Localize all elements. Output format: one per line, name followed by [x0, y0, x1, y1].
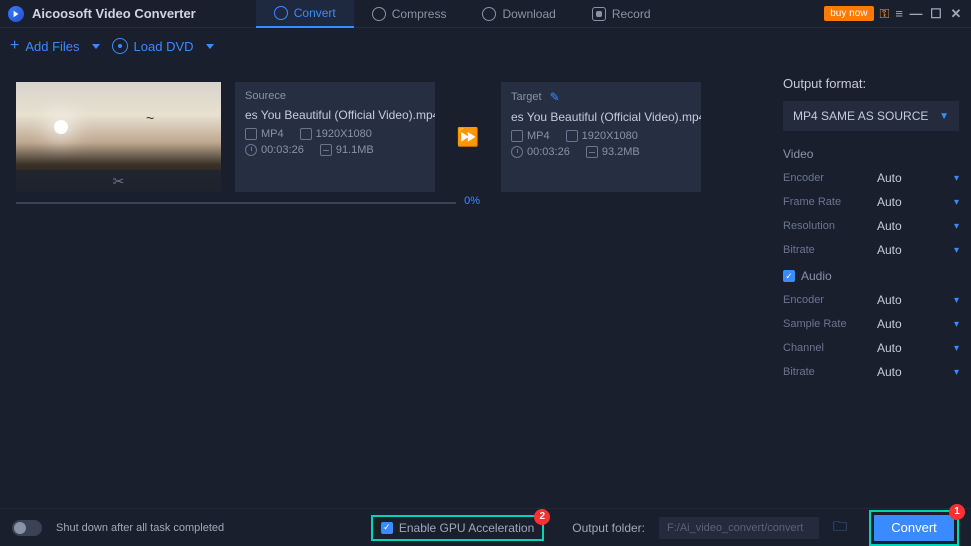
annotation-badge-1: 1	[949, 504, 965, 520]
target-size: 93.2MB	[602, 146, 640, 158]
source-format: MP4	[261, 128, 284, 140]
audio-encoder-select[interactable]: Auto▾	[877, 293, 959, 307]
chevron-down-icon: ▾	[954, 295, 959, 306]
convert-icon	[274, 6, 288, 20]
folder-icon[interactable]: 🗀	[833, 516, 847, 540]
load-dvd-dropdown[interactable]	[206, 44, 214, 49]
app-logo-icon	[8, 6, 24, 22]
load-dvd-button[interactable]: Load DVD	[112, 38, 194, 54]
source-filename: es You Beautiful (Official Video).mp4	[245, 108, 425, 122]
progress-bar: 0%	[16, 202, 456, 204]
chevron-down-icon: ▼	[939, 111, 949, 122]
target-filename: es You Beautiful (Official Video).mp4	[511, 110, 691, 124]
video-item: ~ ✂ Sourece es You Beautiful (Official V…	[16, 82, 771, 192]
tab-record[interactable]: Record	[574, 0, 669, 28]
edit-icon[interactable]: ✎	[550, 90, 560, 104]
tab-download[interactable]: Download	[464, 0, 573, 28]
output-format-title: Output format:	[783, 76, 959, 91]
record-icon	[592, 7, 606, 21]
target-format: MP4	[527, 130, 550, 142]
chevron-down-icon: ▾	[954, 245, 959, 256]
progress-pct: 0%	[464, 195, 480, 207]
resolution-icon	[300, 128, 312, 140]
tab-convert[interactable]: Convert	[256, 0, 354, 28]
audio-section-label: Audio	[801, 269, 832, 283]
source-panel: Sourece es You Beautiful (Official Video…	[235, 82, 435, 192]
video-encoder-select[interactable]: Auto▾	[877, 171, 959, 185]
audio-checkbox[interactable]: ✓	[783, 270, 795, 282]
shutdown-toggle[interactable]	[12, 520, 42, 536]
video-bitrate-select[interactable]: Auto▾	[877, 243, 959, 257]
shutdown-label: Shut down after all task completed	[56, 522, 224, 534]
clock-icon	[245, 144, 257, 156]
audio-bitrate-label: Bitrate	[783, 366, 815, 378]
output-folder-label: Output folder:	[572, 521, 645, 535]
output-format-select[interactable]: MP4 SAME AS SOURCE▼	[783, 101, 959, 131]
chevron-down-icon: ▾	[954, 319, 959, 330]
buy-now-button[interactable]: buy now	[824, 6, 873, 21]
clock-icon	[511, 146, 523, 158]
video-section-label: Video	[783, 147, 959, 161]
compress-icon	[372, 7, 386, 21]
audio-channel-label: Channel	[783, 342, 824, 354]
plus-icon: +	[10, 37, 19, 55]
audio-bitrate-select[interactable]: Auto▾	[877, 365, 959, 379]
format-icon	[245, 128, 257, 140]
annotation-badge-2: 2	[534, 509, 550, 525]
video-framerate-label: Frame Rate	[783, 196, 841, 208]
download-icon	[482, 7, 496, 21]
add-files-button[interactable]: +Add Files	[10, 37, 80, 55]
video-encoder-label: Encoder	[783, 172, 824, 184]
gpu-label: Enable GPU Acceleration	[399, 521, 534, 535]
target-dims: 1920X1080	[582, 130, 638, 142]
disk-icon	[586, 146, 598, 158]
output-sidebar: Output format: MP4 SAME AS SOURCE▼ Video…	[771, 64, 971, 508]
output-folder-input[interactable]	[659, 517, 819, 539]
maximize-button[interactable]: ☐	[929, 7, 943, 21]
target-label: Target	[511, 91, 542, 103]
video-framerate-select[interactable]: Auto▾	[877, 195, 959, 209]
format-icon	[511, 130, 523, 142]
chevron-down-icon: ▾	[954, 221, 959, 232]
chevron-down-icon: ▾	[954, 343, 959, 354]
source-duration: 00:03:26	[261, 144, 304, 156]
arrow-right-icon: ⏩	[457, 127, 479, 148]
video-resolution-select[interactable]: Auto▾	[877, 219, 959, 233]
chevron-down-icon: ▾	[954, 173, 959, 184]
chevron-down-icon: ▾	[954, 197, 959, 208]
source-size: 91.1MB	[336, 144, 374, 156]
video-thumbnail[interactable]: ~ ✂	[16, 82, 221, 192]
audio-samplerate-label: Sample Rate	[783, 318, 847, 330]
minimize-button[interactable]: —	[909, 7, 923, 21]
add-files-dropdown[interactable]	[92, 44, 100, 49]
target-panel: Target ✎ es You Beautiful (Official Video…	[501, 82, 701, 192]
app-title: Aicoosoft Video Converter	[32, 6, 196, 21]
menu-icon[interactable]: ≡	[895, 6, 903, 21]
tab-compress[interactable]: Compress	[354, 0, 465, 28]
audio-samplerate-select[interactable]: Auto▾	[877, 317, 959, 331]
target-duration: 00:03:26	[527, 146, 570, 158]
close-button[interactable]: ✕	[949, 7, 963, 21]
audio-channel-select[interactable]: Auto▾	[877, 341, 959, 355]
disk-icon	[320, 144, 332, 156]
gpu-checkbox[interactable]: ✓	[381, 522, 393, 534]
dvd-icon	[112, 38, 128, 54]
video-bitrate-label: Bitrate	[783, 244, 815, 256]
source-dims: 1920X1080	[316, 128, 372, 140]
gpu-acceleration-highlight: ✓ Enable GPU Acceleration 2	[371, 515, 544, 541]
resolution-icon	[566, 130, 578, 142]
source-label: Sourece	[245, 90, 286, 102]
key-icon[interactable]: ⚿	[880, 6, 890, 22]
convert-button[interactable]: Convert	[874, 515, 954, 541]
convert-highlight: Convert 1	[869, 510, 959, 546]
chevron-down-icon: ▾	[954, 367, 959, 378]
video-resolution-label: Resolution	[783, 220, 835, 232]
scissors-icon[interactable]: ✂	[16, 170, 221, 192]
audio-encoder-label: Encoder	[783, 294, 824, 306]
